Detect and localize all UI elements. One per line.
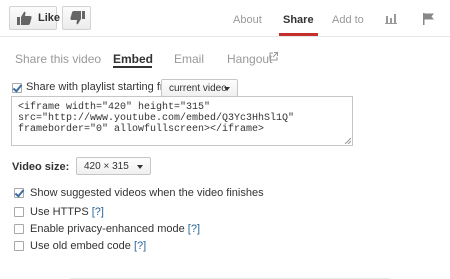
chevron-down-icon bbox=[224, 87, 230, 91]
suggested-videos-label: Show suggested videos when the video fin… bbox=[30, 187, 264, 199]
video-size-value: 420 × 315 bbox=[84, 161, 129, 172]
privacy-mode-checkbox[interactable] bbox=[14, 224, 24, 234]
tab-add-to[interactable]: Add to bbox=[332, 14, 364, 26]
chevron-down-icon bbox=[137, 165, 143, 169]
suggested-videos-checkbox[interactable] bbox=[14, 188, 24, 198]
stats-icon[interactable] bbox=[385, 13, 397, 24]
playlist-checkbox[interactable] bbox=[12, 83, 22, 93]
https-label-text: Use HTTPS bbox=[30, 206, 89, 218]
playlist-start-value: current video bbox=[169, 83, 227, 94]
resize-handle-icon[interactable] bbox=[344, 137, 351, 144]
embed-tab[interactable]: Embed bbox=[113, 52, 153, 66]
like-button[interactable]: Like bbox=[9, 6, 61, 30]
video-size-dropdown[interactable]: 420 × 315 bbox=[76, 157, 151, 175]
privacy-mode-help-link[interactable]: [?] bbox=[188, 223, 200, 235]
embed-code[interactable]: <iframe width="420" height="315" src="ht… bbox=[18, 102, 348, 135]
hangout-link[interactable]: Hangout bbox=[227, 52, 272, 66]
https-checkbox[interactable] bbox=[14, 207, 24, 217]
action-bar: Like About Share Add to bbox=[0, 0, 450, 37]
embed-code-textarea[interactable]: <iframe width="420" height="315" src="ht… bbox=[11, 96, 353, 146]
old-embed-checkbox[interactable] bbox=[14, 241, 24, 251]
privacy-mode-label: Enable privacy-enhanced mode [?] bbox=[30, 223, 200, 235]
external-link-icon bbox=[269, 52, 278, 61]
privacy-mode-label-text: Enable privacy-enhanced mode bbox=[30, 223, 185, 235]
embed-tab-underline bbox=[113, 66, 152, 68]
https-help-link[interactable]: [?] bbox=[92, 206, 104, 218]
dislike-button[interactable] bbox=[62, 6, 91, 30]
like-label: Like bbox=[38, 12, 61, 24]
toolbar-divider bbox=[0, 36, 450, 37]
old-embed-help-link[interactable]: [?] bbox=[134, 240, 146, 252]
old-embed-label: Use old embed code [?] bbox=[30, 240, 146, 252]
https-label: Use HTTPS [?] bbox=[30, 206, 104, 218]
thumbs-down-icon bbox=[70, 11, 85, 25]
flag-icon[interactable] bbox=[423, 13, 434, 25]
email-link[interactable]: Email bbox=[174, 52, 204, 66]
tab-about[interactable]: About bbox=[233, 14, 262, 26]
playlist-start-dropdown[interactable]: current video bbox=[161, 79, 238, 97]
old-embed-label-text: Use old embed code bbox=[30, 240, 131, 252]
share-this-video-link[interactable]: Share this video bbox=[15, 52, 101, 66]
tab-share[interactable]: Share bbox=[283, 14, 314, 26]
video-size-label: Video size: bbox=[12, 161, 70, 173]
thumbs-up-icon bbox=[17, 11, 32, 25]
playlist-label: Share with playlist starting from bbox=[26, 81, 179, 93]
